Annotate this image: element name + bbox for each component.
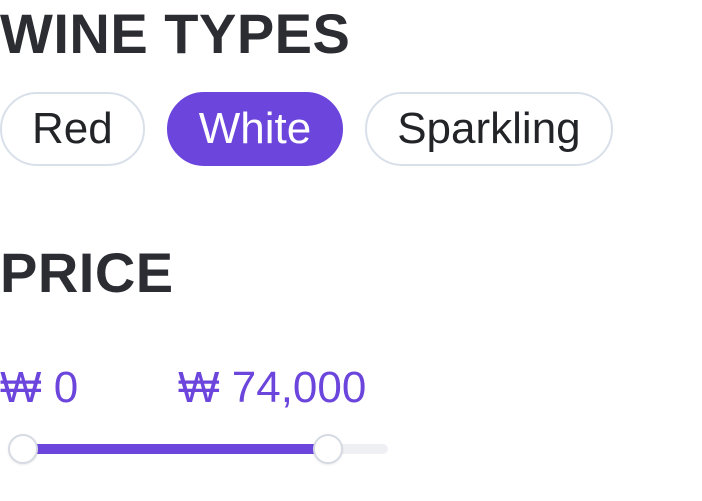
filter-panel: WINE TYPES Red White Sparkling PRICE ₩ 0… (0, 0, 702, 501)
chip-sparkling[interactable]: Sparkling (365, 92, 613, 166)
chip-white[interactable]: White (166, 92, 344, 166)
price-min-value: ₩ 0 (0, 363, 79, 412)
slider-thumb-max[interactable] (312, 434, 343, 464)
wine-types-title: WINE TYPES (0, 2, 351, 65)
price-max-value: ₩ 74,000 (178, 363, 367, 412)
slider-fill (23, 444, 328, 454)
slider-thumb-min[interactable] (8, 434, 38, 464)
price-title: PRICE (0, 241, 174, 304)
chip-red[interactable]: Red (0, 92, 145, 166)
wine-type-chips: Red White Sparkling (0, 92, 613, 166)
price-range-slider[interactable] (8, 432, 388, 466)
